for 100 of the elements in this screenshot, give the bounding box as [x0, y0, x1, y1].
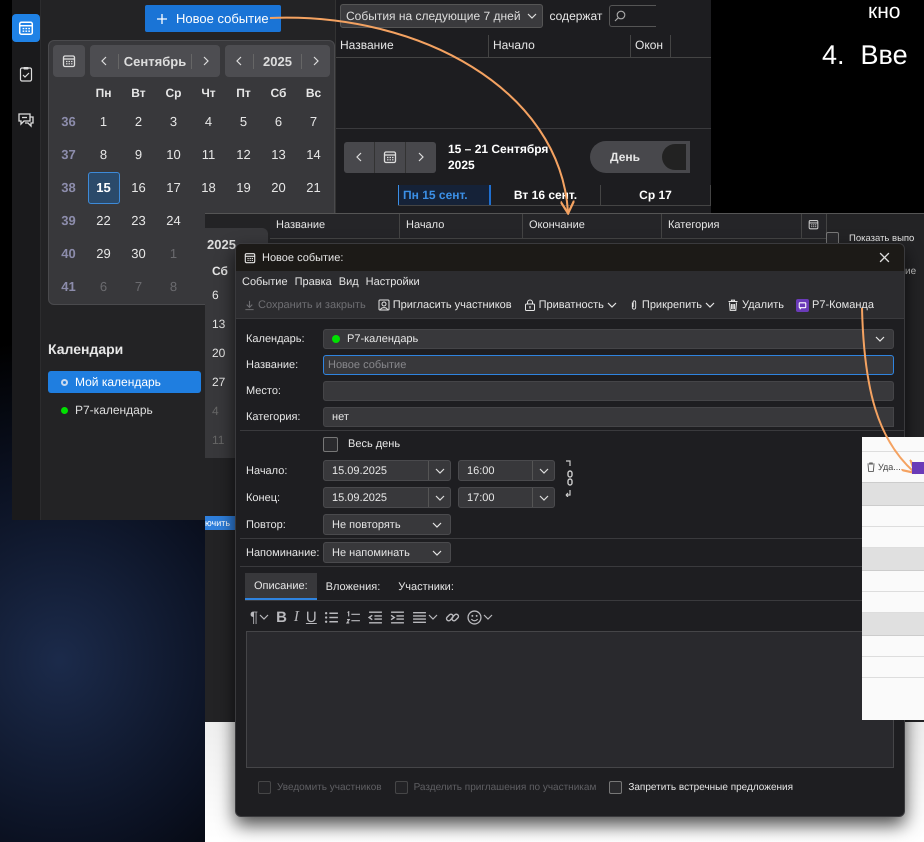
description-editor[interactable]	[246, 631, 894, 768]
calendar-day[interactable]: 17	[158, 172, 190, 204]
calendar-day[interactable]: 8	[88, 138, 120, 170]
calendar-day[interactable]: 10	[158, 138, 190, 170]
toolbar-button[interactable]: Пригласить участников	[376, 299, 514, 311]
trash-icon	[727, 299, 739, 311]
chevron-down-icon	[606, 302, 617, 308]
date-picker[interactable]: 15.09.2025	[323, 487, 451, 508]
calendar-day[interactable]: 11	[192, 138, 224, 170]
column-header[interactable]: Окон	[631, 35, 671, 57]
format-underline-button[interactable]: U	[306, 608, 317, 626]
column-header[interactable]: Название	[270, 214, 400, 238]
checkbox[interactable]	[323, 436, 338, 452]
reminder-select[interactable]: Не напоминать	[323, 542, 451, 563]
calendar-day[interactable]: 16	[122, 172, 154, 204]
calendar-day[interactable]: 18	[192, 172, 224, 204]
calendar-select[interactable]: Р7-календарь	[323, 329, 894, 349]
new-event-button[interactable]: Новое событие	[145, 5, 281, 32]
calendar-day[interactable]: 14	[298, 138, 330, 170]
calendar-day[interactable]: 20	[262, 172, 294, 204]
menu-item[interactable]: Вид	[338, 276, 359, 288]
calendar-day[interactable]: 27	[212, 375, 226, 394]
year-label: 2025	[207, 237, 236, 252]
column-header[interactable]: ие	[905, 266, 916, 277]
tab[interactable]: Участники:	[389, 573, 463, 600]
format-paragraph-button[interactable]: ¶	[250, 608, 270, 626]
toolbar-button[interactable]: Приватность	[522, 299, 619, 311]
calendar-button[interactable]	[53, 45, 85, 77]
month-picker[interactable]: Сентябрь	[90, 45, 220, 77]
calendar-day[interactable]: 19	[228, 172, 260, 204]
format-italic-button[interactable]: I	[294, 608, 299, 626]
date-picker[interactable]: 15.09.2025	[323, 460, 451, 481]
calendar-day[interactable]: 23	[122, 204, 154, 236]
trash-icon	[866, 462, 876, 472]
column-header[interactable]: Начало	[489, 35, 631, 57]
format-outdent-button[interactable]	[368, 610, 383, 624]
filter-dropdown[interactable]: События на следующие 7 дней	[340, 4, 543, 28]
search-icon	[614, 10, 626, 22]
calendar-day[interactable]: 1	[88, 106, 120, 138]
calendar-day[interactable]: 7	[298, 106, 330, 138]
day-column-header[interactable]: Пн 15 сент.	[398, 185, 491, 205]
calendar-list-item[interactable]: Мой календарь	[48, 371, 201, 393]
menu-item[interactable]: Настройки	[366, 276, 420, 288]
calendar-day[interactable]: 9	[122, 138, 154, 170]
day-column-header[interactable]: Ср 17	[601, 185, 711, 205]
calendar-day[interactable]: 22	[88, 204, 120, 236]
search-field[interactable]	[609, 5, 656, 27]
chevron-down-icon	[538, 494, 548, 500]
column-header[interactable]: Название	[336, 35, 489, 57]
toolbar-button[interactable]: Р7-Команда	[794, 298, 876, 312]
location-input[interactable]	[323, 381, 894, 401]
menu-item[interactable]: Правка	[294, 276, 332, 288]
calendar-day[interactable]: 5	[228, 106, 260, 138]
calendar-day[interactable]: 30	[122, 238, 154, 270]
format-indent-button[interactable]	[390, 610, 405, 624]
calendar-day[interactable]: 24	[158, 204, 190, 236]
format-bullets-button[interactable]	[324, 610, 339, 624]
chevron-down-icon	[538, 468, 548, 474]
calendar-day[interactable]: 4	[192, 106, 224, 138]
column-header[interactable]: Начало	[400, 214, 523, 238]
repeat-select[interactable]: Не повторять	[323, 514, 451, 535]
calendar-day[interactable]: 15	[88, 172, 120, 204]
calendar-list-item[interactable]: Р7-календарь	[48, 399, 201, 421]
chevron-down-icon	[428, 614, 438, 620]
calendar-day[interactable]: 13	[262, 138, 294, 170]
toolbar-button[interactable]: Удалить	[725, 299, 786, 311]
calendar-day[interactable]: 13	[212, 317, 226, 336]
chevron-down-icon	[434, 494, 444, 500]
calendar-day[interactable]: 29	[88, 238, 120, 270]
calendar-day[interactable]: 20	[212, 346, 226, 365]
lock-icon	[524, 299, 536, 311]
toolbar-button[interactable]: Уда...	[878, 462, 901, 472]
tab[interactable]: Вложения:	[316, 573, 390, 600]
calendar-day[interactable]: 6	[212, 288, 219, 307]
clipboard-check-icon	[19, 66, 33, 82]
field-label: Место:	[246, 385, 282, 397]
category-select[interactable]: нет	[323, 407, 894, 427]
time-picker[interactable]: 16:00	[458, 460, 555, 481]
format-emoji-button[interactable]	[466, 610, 493, 624]
time-picker[interactable]: 17:00	[458, 487, 555, 508]
view-toggle[interactable]: День	[590, 141, 690, 173]
format-align-button[interactable]	[412, 610, 438, 624]
calendar-day[interactable]: 21	[298, 172, 330, 204]
menu-item[interactable]: Событие	[242, 276, 288, 288]
toolbar-button[interactable]: Прикрепить	[626, 299, 717, 311]
year-picker[interactable]: 2025	[225, 45, 330, 77]
calendar-day[interactable]: 6	[262, 106, 294, 138]
title-input[interactable]: Новое событие	[323, 355, 894, 375]
rail-button[interactable]	[12, 14, 40, 42]
checkbox[interactable]	[609, 780, 622, 794]
calendar-day[interactable]: 3	[158, 106, 190, 138]
format-numbers-button[interactable]	[346, 610, 361, 624]
chevron-down-icon	[526, 13, 537, 19]
tab[interactable]: Описание:	[245, 573, 317, 600]
calendar-day[interactable]: 2	[122, 106, 154, 138]
column-header[interactable]: Категория	[662, 214, 802, 238]
calendar-day[interactable]: 12	[228, 138, 260, 170]
format-bold-button[interactable]: B	[276, 608, 287, 626]
action-button[interactable]: ючить	[205, 516, 235, 530]
column-header[interactable]: Окончание	[523, 214, 662, 238]
